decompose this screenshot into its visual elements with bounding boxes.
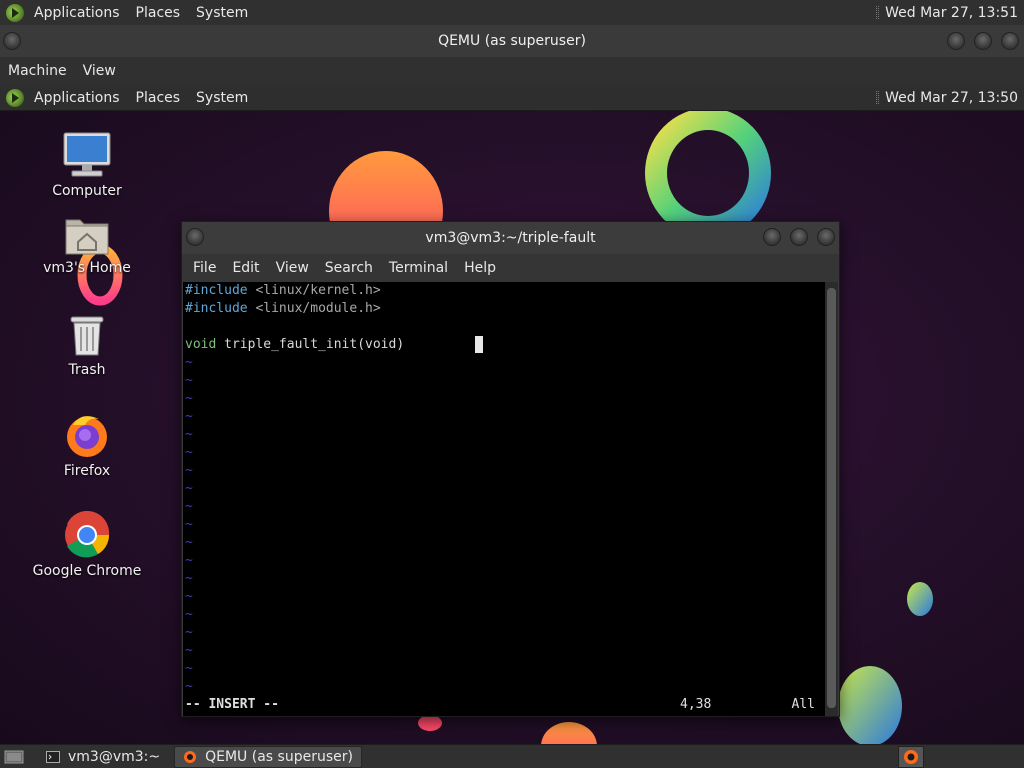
guest-menu-places[interactable]: Places <box>128 90 189 106</box>
guest-applications-logo-icon[interactable] <box>6 88 24 107</box>
taskbar-item-label: QEMU (as superuser) <box>205 748 353 765</box>
vim-status-line: -- INSERT -- 4,38 All <box>185 696 823 714</box>
qemu-tray-icon <box>904 750 918 764</box>
guest-clock-text: Wed Mar 27, 13:50 <box>885 89 1018 106</box>
terminal-menu-search[interactable]: Search <box>317 260 381 276</box>
vim-mode-indicator: -- INSERT -- <box>185 697 279 712</box>
vim-empty-line: ~ <box>185 463 193 478</box>
host-menu-places[interactable]: Places <box>128 5 189 21</box>
terminal-window-menu-button[interactable] <box>186 228 204 246</box>
terminal-menubar: File Edit View Search Terminal Help <box>182 254 839 282</box>
vim-empty-line: ~ <box>185 607 193 622</box>
vim-empty-line: ~ <box>185 373 193 388</box>
desktop-icon-label: Trash <box>68 362 106 378</box>
vim-scroll-indicator: All <box>791 697 815 712</box>
vim-empty-line: ~ <box>185 355 193 370</box>
desktop-icon-trash[interactable]: Trash <box>32 314 142 378</box>
terminal-icon <box>46 750 60 763</box>
vim-empty-line: ~ <box>185 391 193 406</box>
computer-icon <box>63 132 111 177</box>
desktop-icon-home[interactable]: vm3's Home <box>32 214 142 276</box>
vim-empty-line: ~ <box>185 427 193 442</box>
taskbar-item-qemu[interactable]: QEMU (as superuser) <box>174 745 362 768</box>
guest-menu-applications[interactable]: Applications <box>26 90 128 106</box>
vim-empty-line: ~ <box>185 499 193 514</box>
vim-empty-line: ~ <box>185 661 193 676</box>
desktop-icon-computer[interactable]: Computer <box>32 131 142 199</box>
qemu-icon <box>184 750 197 763</box>
qemu-window-title: QEMU (as superuser) <box>438 33 586 49</box>
guest-taskbar: vm3@vm3:~ QEMU (as superuser) <box>0 744 1024 768</box>
terminal-scrollbar-thumb[interactable] <box>827 288 836 708</box>
vim-empty-line: ~ <box>185 643 193 658</box>
panel-grip-icon <box>876 6 880 19</box>
host-menu-system[interactable]: System <box>188 5 256 21</box>
show-desktop-icon[interactable] <box>4 750 24 764</box>
vim-cursor-position: 4,38 <box>680 697 712 712</box>
vim-empty-line: ~ <box>185 517 193 532</box>
terminal-maximize-button[interactable] <box>790 228 808 246</box>
host-clock[interactable]: Wed Mar 27, 13:51 <box>876 0 1018 25</box>
desktop-icon-firefox[interactable]: Firefox <box>32 411 142 479</box>
applications-logo-icon[interactable] <box>6 3 24 22</box>
desktop-icon-label: vm3's Home <box>43 260 131 276</box>
host-clock-text: Wed Mar 27, 13:51 <box>885 4 1018 21</box>
minimize-button[interactable] <box>947 32 965 50</box>
host-top-panel: Applications Places System Wed Mar 27, 1… <box>0 0 1024 25</box>
guest-panel-grip-icon <box>876 91 880 104</box>
terminal-window[interactable]: vm3@vm3:~/triple-fault File Edit View Se… <box>181 221 840 717</box>
desktop-icon-label: Firefox <box>63 463 111 479</box>
qemu-titlebar[interactable]: QEMU (as superuser) <box>0 25 1024 57</box>
terminal-screen[interactable]: #include <linux/kernel.h> #include <linu… <box>183 282 826 716</box>
vim-empty-line: ~ <box>185 589 193 604</box>
guest-menu-system[interactable]: System <box>188 90 256 106</box>
guest-clock[interactable]: Wed Mar 27, 13:50 <box>876 85 1018 110</box>
terminal-menu-edit[interactable]: Edit <box>224 260 267 276</box>
terminal-menu-file[interactable]: File <box>185 260 224 276</box>
vim-empty-line: ~ <box>185 535 193 550</box>
qemu-menubar: Machine View <box>0 57 1024 85</box>
guest-top-panel: Applications Places System Wed Mar 27, 1… <box>0 85 1024 111</box>
taskbar-item-label: vm3@vm3:~ <box>68 748 161 765</box>
chrome-icon <box>65 511 110 558</box>
text-cursor <box>474 336 483 353</box>
vim-empty-line: ~ <box>185 409 193 424</box>
terminal-titlebar[interactable]: vm3@vm3:~/triple-fault <box>182 222 839 254</box>
taskbar-item-terminal[interactable]: vm3@vm3:~ <box>38 746 168 768</box>
vim-empty-line: ~ <box>185 679 193 694</box>
maximize-button[interactable] <box>974 32 992 50</box>
code-line: #include <linux/module.h> <box>185 301 381 316</box>
vim-empty-line: ~ <box>185 625 193 640</box>
vim-empty-line: ~ <box>185 553 193 568</box>
trash-icon <box>70 316 104 356</box>
home-folder-icon <box>65 219 109 255</box>
terminal-minimize-button[interactable] <box>763 228 781 246</box>
desktop-icon-chrome[interactable]: Google Chrome <box>32 511 142 579</box>
terminal-menu-terminal[interactable]: Terminal <box>381 260 456 276</box>
code-line: #include <linux/kernel.h> <box>185 283 381 298</box>
terminal-title: vm3@vm3:~/triple-fault <box>425 230 596 246</box>
desktop-icon-label: Google Chrome <box>32 563 142 579</box>
empty-buffer-lines: ~ ~ ~ ~ ~ ~ ~ ~ ~ ~ ~ ~ ~ ~ ~ ~ ~ ~ ~ <box>185 354 826 696</box>
vim-empty-line: ~ <box>185 445 193 460</box>
tray-qemu-button[interactable] <box>898 746 924 768</box>
vim-empty-line: ~ <box>185 481 193 496</box>
terminal-menu-view[interactable]: View <box>268 260 317 276</box>
qemu-menu-machine[interactable]: Machine <box>0 63 75 79</box>
desktop-icon-label: Computer <box>52 183 122 199</box>
terminal-scrollbar[interactable] <box>825 282 838 716</box>
close-button[interactable] <box>1001 32 1019 50</box>
qemu-menu-view[interactable]: View <box>75 63 124 79</box>
code-line: void triple_fault_init(void) <box>185 336 826 354</box>
terminal-menu-help[interactable]: Help <box>456 260 504 276</box>
firefox-icon <box>67 416 107 457</box>
window-menu-button[interactable] <box>3 32 21 50</box>
vim-empty-line: ~ <box>185 571 193 586</box>
terminal-close-button[interactable] <box>817 228 835 246</box>
host-menu-applications[interactable]: Applications <box>26 5 128 21</box>
